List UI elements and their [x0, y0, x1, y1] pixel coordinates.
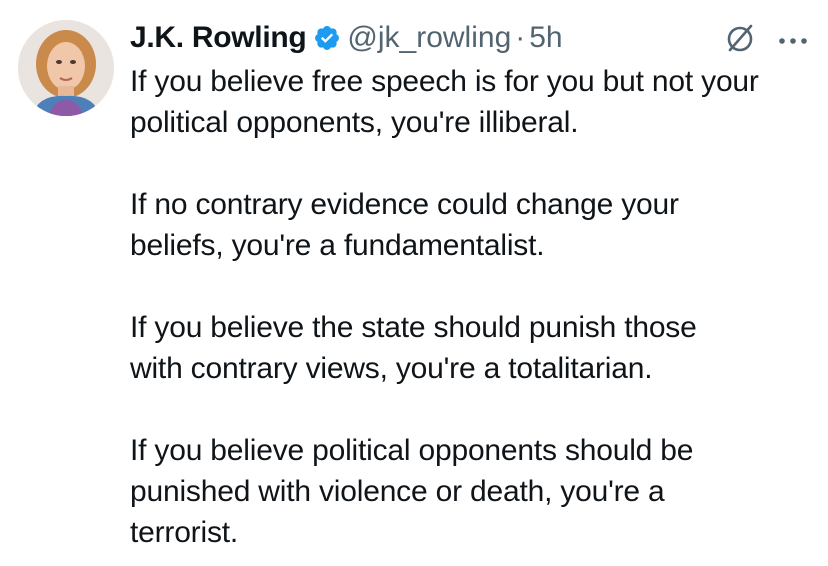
tweet-header: J.K. Rowling @jk_rowling · 5h [130, 18, 808, 58]
timestamp[interactable]: 5h [529, 21, 562, 55]
more-options-icon[interactable] [778, 33, 808, 44]
tweet-paragraph: If no contrary evidence could change you… [130, 188, 679, 262]
tweet-text: If you believe free speech is for you bu… [130, 61, 820, 553]
avatar-image [18, 20, 114, 116]
tweet-paragraph: If you believe political opponents shoul… [130, 434, 694, 549]
verified-badge-icon[interactable] [313, 24, 341, 52]
avatar[interactable] [18, 20, 114, 116]
separator-dot: · [515, 21, 526, 54]
author-handle[interactable]: @jk_rowling [347, 21, 511, 55]
tweet-paragraph: If you believe the state should punish t… [130, 311, 697, 385]
author-name[interactable]: J.K. Rowling [130, 21, 307, 55]
grok-icon[interactable] [724, 22, 756, 54]
header-actions [724, 18, 808, 58]
tweet-paragraph: If you believe free speech is for you bu… [130, 65, 759, 139]
tweet[interactable]: J.K. Rowling @jk_rowling · 5h If you bel… [0, 0, 828, 566]
